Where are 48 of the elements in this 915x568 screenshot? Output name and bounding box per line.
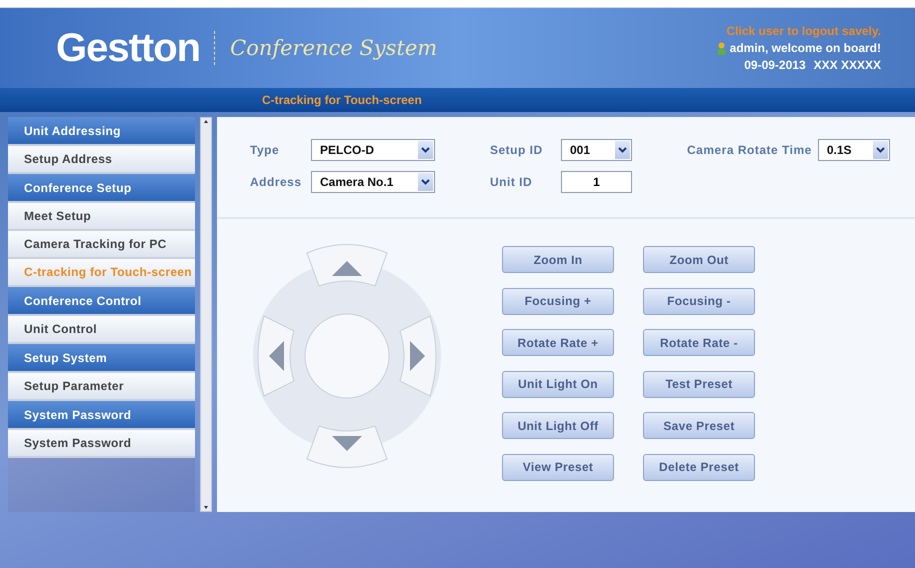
sidebar-item[interactable]: Camera Tracking for PC [8, 231, 195, 259]
sidebar-section-header[interactable]: Conference Control [8, 287, 195, 316]
field-label: Setup ID [490, 143, 544, 157]
user-icon[interactable] [716, 42, 726, 54]
scrollbar[interactable] [200, 117, 212, 512]
date-text: 09-09-2013 [744, 58, 806, 72]
field-label: Camera Rotate Time [687, 143, 812, 157]
scroll-up-icon[interactable] [202, 118, 210, 126]
control-button[interactable]: Test Preset [643, 370, 755, 398]
control-button[interactable]: Save Preset [643, 412, 755, 439]
sidebar-item[interactable]: Unit Control [8, 316, 195, 344]
scroll-down-icon[interactable] [202, 503, 210, 511]
dropdown[interactable]: Camera No.1 [311, 171, 435, 193]
sidebar-item[interactable]: Setup Address [8, 146, 195, 174]
sidebar-section-header[interactable]: System Password [8, 401, 195, 430]
app-subtitle: Conference System [230, 36, 438, 60]
chevron-down-icon [418, 141, 433, 159]
sidebar-item[interactable]: Setup Parameter [8, 373, 195, 401]
chevron-down-icon [615, 141, 630, 159]
time-text: XXX XXXXX [814, 58, 881, 72]
dropdown[interactable]: PELCO-D [311, 139, 435, 161]
control-button[interactable]: Delete Preset [643, 454, 755, 480]
control-button[interactable]: Unit Light On [502, 370, 614, 398]
sidebar-item[interactable]: Meet Setup [8, 203, 195, 231]
control-button[interactable]: Rotate Rate + [502, 329, 614, 356]
chevron-down-icon [872, 141, 888, 159]
sidebar-section-header[interactable]: Conference Setup [8, 174, 195, 203]
dropdown[interactable]: 001 [561, 139, 632, 161]
logout-hint: Click user to logout savely. [726, 24, 881, 38]
control-button[interactable]: Zoom In [502, 246, 614, 273]
sidebar-section-header[interactable]: Unit Addressing [8, 117, 195, 146]
control-button[interactable]: Focusing - [643, 288, 755, 314]
control-button[interactable]: Focusing + [502, 288, 614, 314]
sidebar-section-header[interactable]: Setup System [8, 344, 195, 373]
input-field[interactable]: 1 [561, 171, 632, 193]
control-button[interactable]: Unit Light Off [502, 412, 614, 439]
control-button[interactable]: Rotate Rate - [643, 329, 755, 356]
sidebar-item[interactable]: System Password [8, 430, 195, 458]
logo: Gestton [56, 26, 200, 70]
field-label: Unit ID [490, 175, 534, 189]
welcome-text[interactable]: admin, welcome on board! [730, 41, 881, 55]
field-label: Address [250, 175, 303, 189]
chevron-down-icon [418, 173, 433, 191]
dropdown[interactable]: 0.1S [818, 139, 890, 161]
control-button[interactable]: Zoom Out [643, 246, 755, 273]
page-title: C-tracking for Touch-screen [262, 93, 422, 107]
field-label: Type [250, 143, 280, 157]
control-button[interactable]: View Preset [502, 454, 614, 480]
